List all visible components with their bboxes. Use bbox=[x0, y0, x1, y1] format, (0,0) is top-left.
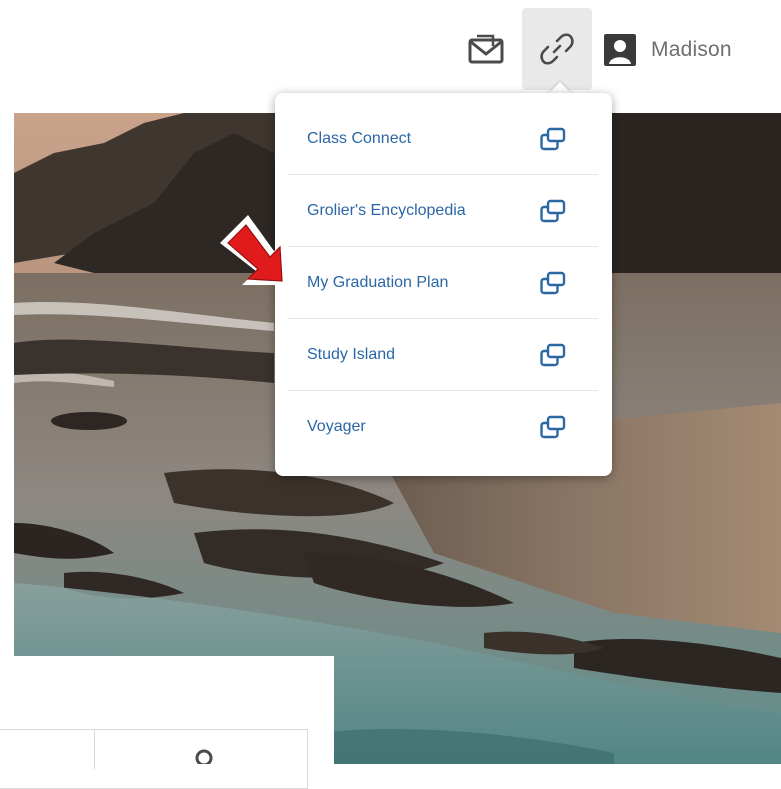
external-window-icon bbox=[539, 127, 569, 151]
bottom-tile-divider bbox=[94, 729, 95, 769]
bottom-content-card bbox=[0, 656, 334, 789]
menu-item-voyager[interactable]: Voyager bbox=[288, 391, 598, 463]
envelope-icon bbox=[466, 34, 506, 74]
menu-item-groliers-encyclopedia[interactable]: Grolier's Encyclopedia bbox=[288, 175, 598, 247]
menu-item-label: Grolier's Encyclopedia bbox=[307, 201, 466, 219]
user-avatar-icon bbox=[603, 33, 637, 67]
menu-item-label: Class Connect bbox=[307, 129, 412, 147]
menu-item-my-graduation-plan[interactable]: My Graduation Plan bbox=[288, 247, 598, 319]
messages-button[interactable] bbox=[466, 30, 506, 70]
top-header: Madison bbox=[0, 0, 781, 95]
menu-item-label: Voyager bbox=[307, 418, 366, 435]
links-menu-button[interactable] bbox=[522, 8, 592, 90]
menu-item-class-connect[interactable]: Class Connect bbox=[288, 103, 598, 175]
external-window-icon bbox=[539, 271, 569, 295]
user-menu-button[interactable]: Madison bbox=[603, 30, 732, 70]
external-window-icon bbox=[539, 415, 569, 439]
external-window-icon bbox=[539, 343, 569, 367]
menu-item-label: Study Island bbox=[307, 345, 396, 363]
links-dropdown-menu: Class Connect Grolier's Encyclopedia My … bbox=[275, 93, 612, 476]
menu-item-study-island[interactable]: Study Island bbox=[288, 319, 598, 391]
bottom-tile-outline bbox=[0, 729, 308, 789]
user-name: Madison bbox=[651, 38, 732, 61]
external-window-icon bbox=[539, 199, 569, 223]
pin-icon[interactable] bbox=[191, 748, 217, 769]
menu-item-label: My Graduation Plan bbox=[307, 273, 449, 291]
red-arrow-annotation bbox=[218, 213, 290, 295]
